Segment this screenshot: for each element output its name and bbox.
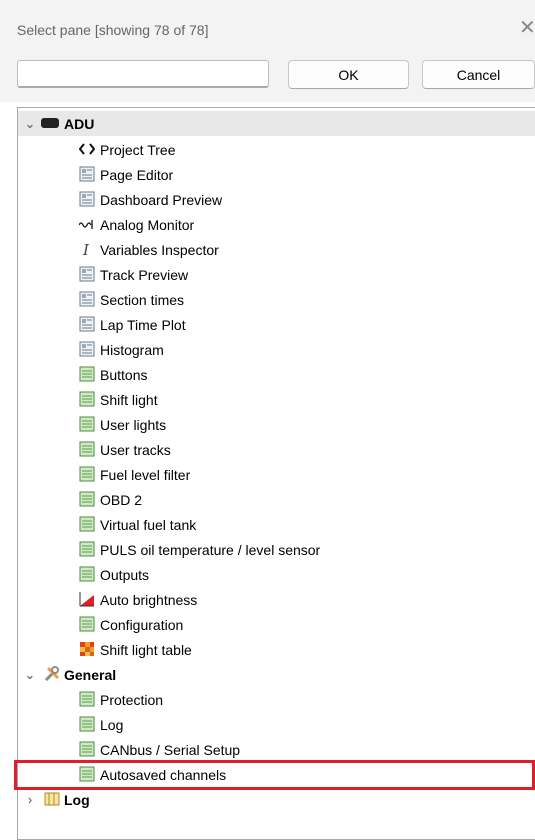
table-icon <box>79 466 95 482</box>
tree-item-label: Variables Inspector <box>100 241 219 258</box>
tree-item-label: Auto brightness <box>100 591 198 608</box>
table-icon <box>79 541 95 557</box>
color-table-icon <box>79 641 95 657</box>
tree-item[interactable]: Outputs <box>18 562 535 587</box>
code-icon <box>79 141 95 157</box>
brightness-chart-icon <box>79 591 95 607</box>
tree-item[interactable]: User lights <box>18 412 535 437</box>
page-icon <box>79 341 95 357</box>
tree-item-label: Fuel level filter <box>100 466 191 483</box>
tree-item-label: PULS oil temperature / level sensor <box>100 541 321 558</box>
tree-item-label: CANbus / Serial Setup <box>100 741 241 758</box>
tools-icon <box>44 666 60 682</box>
tree-item[interactable]: Fuel level filter <box>18 462 535 487</box>
tree-item-label: Analog Monitor <box>100 216 195 233</box>
tree-item[interactable]: Project Tree <box>18 137 535 162</box>
tree-item[interactable]: Lap Time Plot <box>18 312 535 337</box>
tree-item-label: Dashboard Preview <box>100 191 223 208</box>
page-icon <box>79 291 95 307</box>
table-icon <box>79 416 95 432</box>
close-icon[interactable]: ✕ <box>519 18 535 38</box>
table-icon <box>79 391 95 407</box>
tree-item-label: Histogram <box>100 341 164 358</box>
page-icon <box>79 266 95 282</box>
tree-item-label: Log <box>100 716 124 733</box>
tree-item[interactable]: Page Editor <box>18 162 535 187</box>
cancel-button[interactable]: Cancel <box>422 60 535 89</box>
page-icon <box>79 316 95 332</box>
table-icon <box>79 566 95 582</box>
tree-item-label: Section times <box>100 291 185 308</box>
table-icon <box>79 366 95 382</box>
search-input[interactable] <box>17 60 269 88</box>
tree-group-label: Log <box>64 791 90 808</box>
chevron-right-icon[interactable]: › <box>24 792 36 807</box>
device-icon <box>41 118 59 128</box>
tree-item-label: Shift light table <box>100 641 192 658</box>
tree-item[interactable]: Log <box>18 712 535 737</box>
page-icon <box>79 166 95 182</box>
tree-item[interactable]: Dashboard Preview <box>18 187 535 212</box>
tree-item-label: Project Tree <box>100 141 176 158</box>
pane-tree[interactable]: ⌄ ADU Project Tree Page Editor Dashboard P… <box>17 107 535 840</box>
table-icon <box>79 741 95 757</box>
tree-item[interactable]: PULS oil temperature / level sensor <box>18 537 535 562</box>
highlight-annotation <box>14 760 535 790</box>
tree-item[interactable]: Buttons <box>18 362 535 387</box>
tree-item[interactable]: Track Preview <box>18 262 535 287</box>
tree-item-label: OBD 2 <box>100 491 143 508</box>
table-icon <box>79 691 95 707</box>
tree-item-label: Protection <box>100 691 164 708</box>
tree-item[interactable]: Virtual fuel tank <box>18 512 535 537</box>
tree-group-log[interactable]: › Log <box>18 787 535 812</box>
tree-group-label: General <box>64 666 117 683</box>
tree-item-label: Configuration <box>100 616 184 633</box>
chevron-down-icon[interactable]: ⌄ <box>24 667 36 682</box>
chevron-down-icon[interactable]: ⌄ <box>24 116 36 131</box>
tree-item[interactable]: Shift light <box>18 387 535 412</box>
tree-group-general[interactable]: ⌄ General <box>18 662 535 687</box>
log-icon <box>44 792 60 806</box>
table-icon <box>79 441 95 457</box>
tree-item[interactable]: OBD 2 <box>18 487 535 512</box>
table-icon <box>79 516 95 532</box>
waveform-icon <box>79 216 95 232</box>
table-icon <box>79 491 95 507</box>
tree-item[interactable]: Section times <box>18 287 535 312</box>
tree-item-label: User lights <box>100 416 167 433</box>
tree-item-label: Lap Time Plot <box>100 316 186 333</box>
ok-button[interactable]: OK <box>288 60 409 89</box>
cursor-icon: I <box>79 241 95 257</box>
tree-item-label: Buttons <box>100 366 148 383</box>
tree-item[interactable]: I Variables Inspector <box>18 237 535 262</box>
tree-item-label: Outputs <box>100 566 150 583</box>
tree-item[interactable]: CANbus / Serial Setup <box>18 737 535 762</box>
tree-group-label: ADU <box>64 115 95 132</box>
svg-text:I: I <box>82 241 90 257</box>
tree-item[interactable]: Histogram <box>18 337 535 362</box>
table-icon <box>79 616 95 632</box>
tree-item[interactable]: Configuration <box>18 612 535 637</box>
tree-group-adu[interactable]: ⌄ ADU <box>18 111 535 136</box>
tree-item[interactable]: Protection <box>18 687 535 712</box>
tree-item-label: Track Preview <box>100 266 189 283</box>
tree-item-label: Shift light <box>100 391 158 408</box>
tree-item[interactable]: Auto brightness <box>18 587 535 612</box>
window-title: Select pane [showing 78 of 78] <box>17 22 209 38</box>
title-bar: Select pane [showing 78 of 78] ✕ <box>0 0 535 52</box>
tree-item[interactable]: User tracks <box>18 437 535 462</box>
tree-item-label: Page Editor <box>100 166 174 183</box>
page-icon <box>79 191 95 207</box>
tree-item[interactable]: Analog Monitor <box>18 212 535 237</box>
table-icon <box>79 716 95 732</box>
tree-item-label: User tracks <box>100 441 171 458</box>
tree-item-label: Virtual fuel tank <box>100 516 197 533</box>
tree-item[interactable]: Shift light table <box>18 637 535 662</box>
